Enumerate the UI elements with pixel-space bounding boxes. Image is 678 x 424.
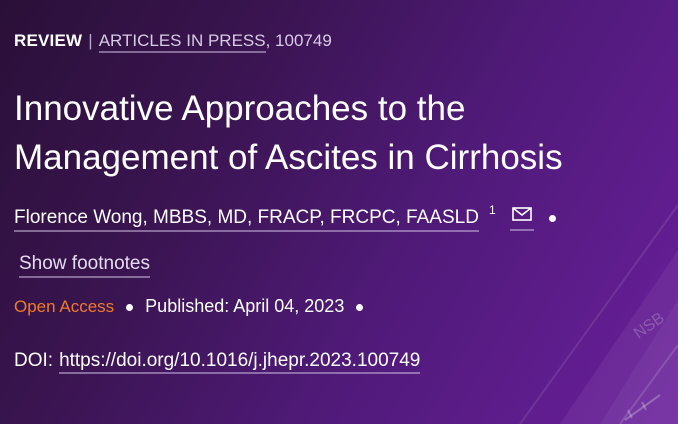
author-affiliation-sup[interactable]: 1	[489, 203, 496, 217]
article-header-page: { "header": { "type_label": "REVIEW", "s…	[0, 0, 678, 424]
article-type-label: REVIEW	[14, 31, 83, 50]
article-title: Innovative Approaches to the Management …	[14, 89, 563, 177]
background-watermark: NSB	[631, 310, 668, 343]
mail-icon	[511, 207, 532, 222]
open-access-badge: Open Access	[14, 297, 115, 316]
meta-separator: |	[88, 31, 93, 50]
publication-status-line: Open Access Published: April 04, 2023	[14, 296, 375, 317]
published-label: Published:	[145, 296, 230, 316]
articles-in-press-link[interactable]: ARTICLES IN PRESS	[98, 31, 266, 53]
bullet-separator	[126, 303, 134, 311]
email-author-button[interactable]	[509, 205, 534, 232]
article-number: , 100749	[265, 31, 332, 50]
article-meta-line: REVIEW | ARTICLES IN PRESS, 100749	[14, 31, 332, 53]
doi-label: DOI:	[14, 350, 54, 371]
author-link[interactable]: Florence Wong, MBBS, MD, FRACP, FRCPC, F…	[14, 207, 479, 233]
bullet-separator	[356, 303, 364, 311]
author-line: Florence Wong, MBBS, MD, FRACP, FRCPC, F…	[14, 203, 556, 233]
doi-link[interactable]: https://doi.org/10.1016/j.jhepr.2023.100…	[59, 350, 421, 374]
show-footnotes-button[interactable]: Show footnotes	[19, 253, 150, 278]
doi-line: DOI: https://doi.org/10.1016/j.jhepr.2023…	[14, 350, 421, 374]
published-date: April 04, 2023	[233, 296, 345, 316]
bullet-separator	[548, 214, 556, 222]
